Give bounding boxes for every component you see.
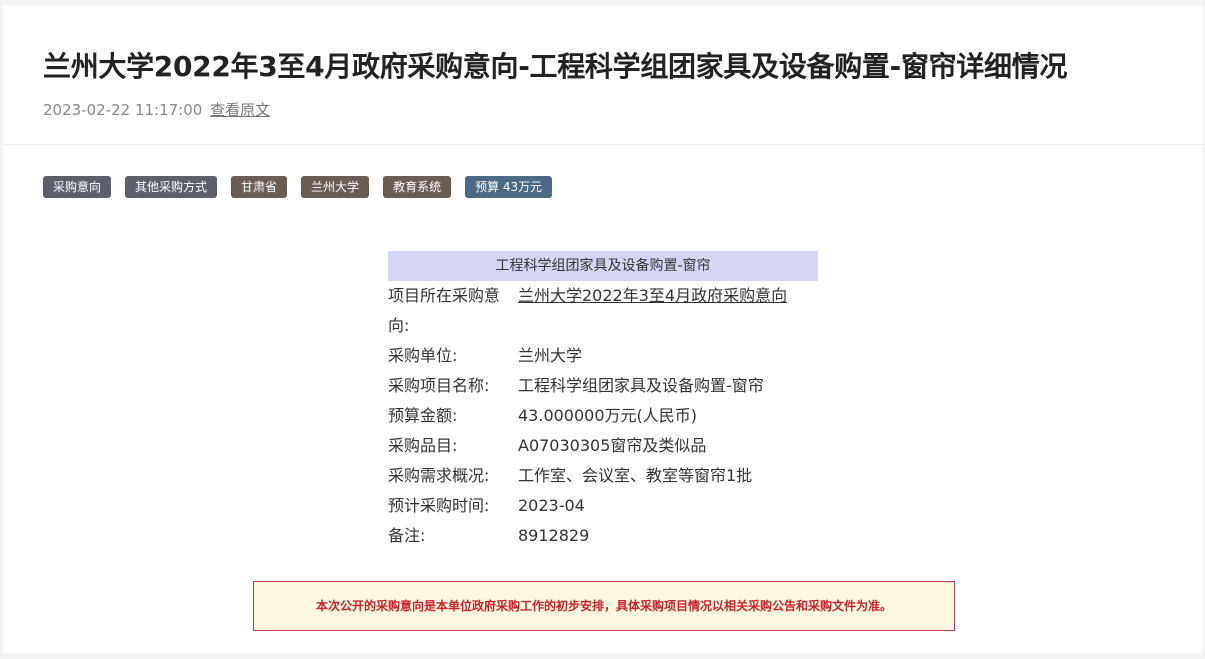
header-divider [3, 144, 1202, 145]
article-meta: 2023-02-22 11:17:00 查看原文 [43, 99, 270, 120]
tag-purchase-intention[interactable]: 采购意向 [43, 176, 112, 198]
info-value: 兰州大学 [518, 346, 583, 365]
project-info-list: 项目所在采购意向: 兰州大学2022年3至4月政府采购意向 采购单位: 兰州大学… [388, 281, 828, 551]
view-original-link[interactable]: 查看原文 [210, 101, 270, 119]
info-value: 兰州大学2022年3至4月政府采购意向 [518, 281, 828, 341]
tag-purchase-method[interactable]: 其他采购方式 [125, 176, 218, 198]
info-value: 工作室、会议室、教室等窗帘1批 [518, 466, 753, 485]
info-value: 43.000000万元(人民币) [518, 406, 698, 425]
info-row-remarks: 备注: 8912829 [388, 521, 828, 551]
publish-timestamp: 2023-02-22 11:17:00 [43, 101, 203, 119]
info-row-unit: 采购单位: 兰州大学 [388, 341, 828, 371]
intention-link[interactable]: 兰州大学2022年3至4月政府采购意向 [518, 286, 787, 305]
info-row-category: 采购品目: A07030305窗帘及类似品 [388, 431, 828, 461]
info-label: 采购项目名称: [388, 376, 490, 395]
info-value: 8912829 [518, 526, 590, 545]
info-label: 采购品目: [388, 436, 458, 455]
info-row-intention: 项目所在采购意向: 兰州大学2022年3至4月政府采购意向 [388, 281, 828, 341]
article-page: 兰州大学2022年3至4月政府采购意向-工程科学组团家具及设备购置-窗帘详细情况… [3, 5, 1202, 653]
info-label: 采购需求概况: [388, 466, 490, 485]
tag-sector[interactable]: 教育系统 [383, 176, 452, 198]
info-label: 备注: [388, 526, 426, 545]
tag-organization[interactable]: 兰州大学 [301, 176, 370, 198]
info-value: 工程科学组团家具及设备购置-窗帘 [518, 376, 764, 395]
info-row-time: 预计采购时间: 2023-04 [388, 491, 828, 521]
tag-list: 采购意向 其他采购方式 甘肃省 兰州大学 教育系统 预算 43万元 [43, 176, 566, 198]
info-value: A07030305窗帘及类似品 [518, 436, 707, 455]
info-row-project-name: 采购项目名称: 工程科学组团家具及设备购置-窗帘 [388, 371, 828, 401]
info-label: 采购单位: [388, 346, 458, 365]
info-row-budget: 预算金额: 43.000000万元(人民币) [388, 401, 828, 431]
info-row-requirements: 采购需求概况: 工作室、会议室、教室等窗帘1批 [388, 461, 828, 491]
tag-province[interactable]: 甘肃省 [231, 176, 288, 198]
info-label: 预计采购时间: [388, 496, 490, 515]
info-label: 项目所在采购意向: [388, 286, 501, 335]
tag-budget[interactable]: 预算 43万元 [465, 176, 553, 198]
project-card-header: 工程科学组团家具及设备购置-窗帘 [388, 251, 818, 281]
disclaimer-notice: 本次公开的采购意向是本单位政府采购工作的初步安排，具体采购项目情况以相关采购公告… [253, 581, 955, 631]
info-label: 预算金额: [388, 406, 458, 425]
page-title: 兰州大学2022年3至4月政府采购意向-工程科学组团家具及设备购置-窗帘详细情况 [43, 50, 1068, 83]
info-value: 2023-04 [518, 496, 585, 515]
